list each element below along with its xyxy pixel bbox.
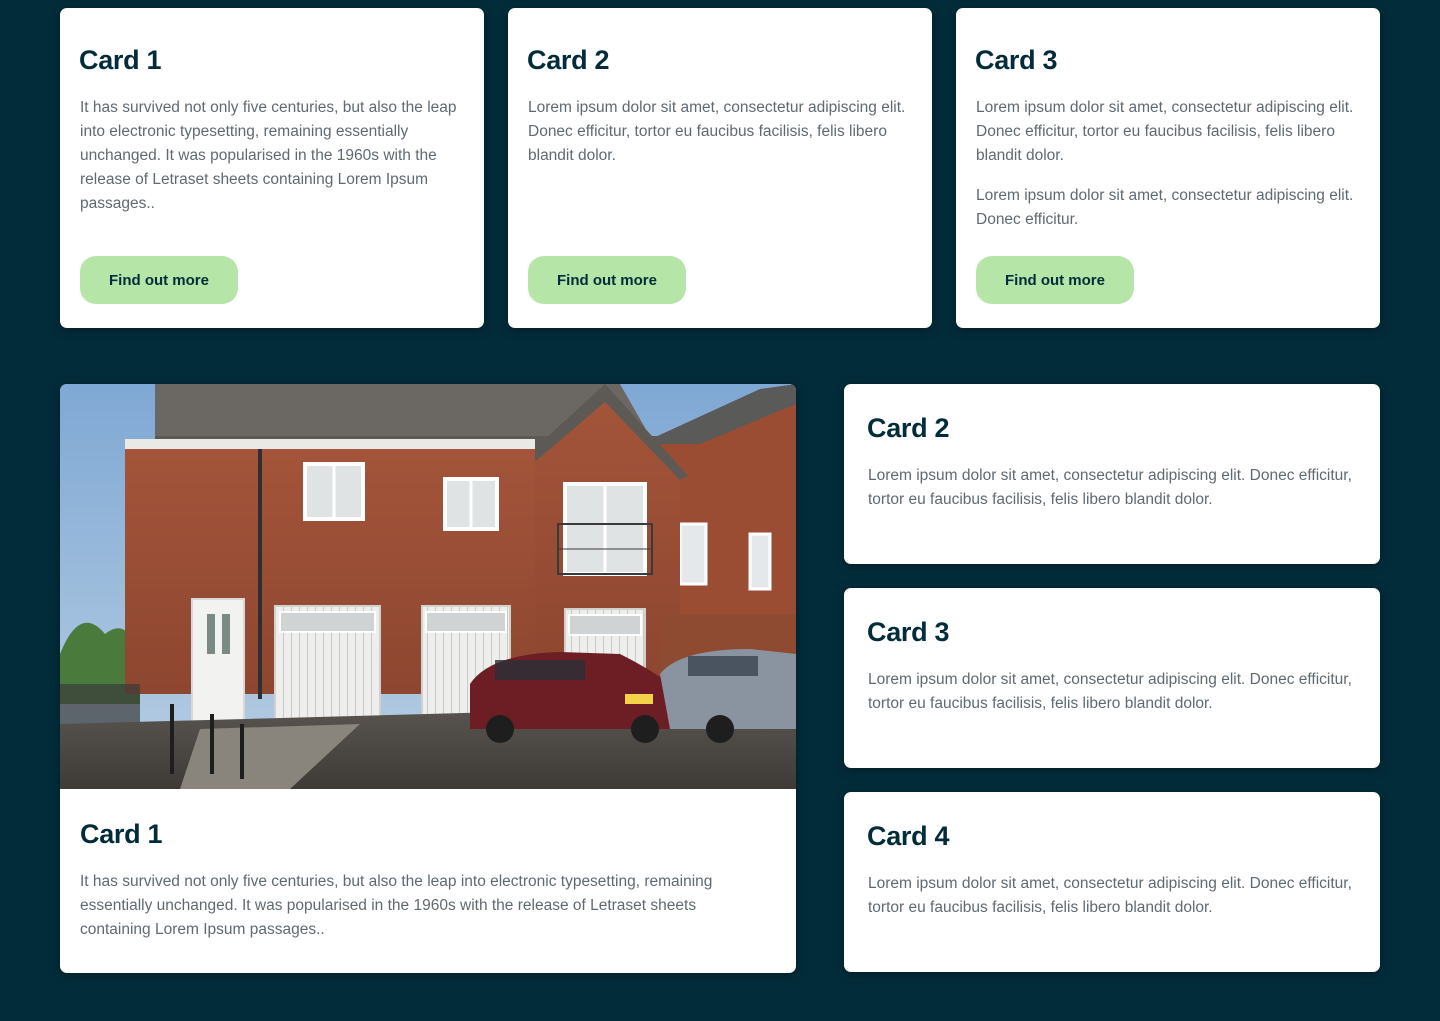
find-out-more-button[interactable]: Find out more [528, 256, 686, 304]
side-card-3: Card 3 Lorem ipsum dolor sit amet, conse… [844, 588, 1380, 768]
card-text: It has survived not only five centuries,… [80, 873, 713, 938]
card-3: Card 3 Lorem ipsum dolor sit amet, conse… [956, 8, 1380, 328]
card-text: Lorem ipsum dolor sit amet, consectetur … [528, 99, 906, 164]
card-text: Lorem ipsum dolor sit amet, consectetur … [868, 671, 1352, 712]
card-title: Card 2 [867, 413, 950, 443]
card-title: Card 2 [527, 45, 610, 75]
card-title: Card 3 [867, 617, 950, 647]
side-card-4: Card 4 Lorem ipsum dolor sit amet, conse… [844, 792, 1380, 972]
card-1: Card 1 It has survived not only five cen… [60, 8, 484, 328]
find-out-more-button[interactable]: Find out more [80, 256, 238, 304]
find-out-more-button[interactable]: Find out more [976, 256, 1134, 304]
house-photo [60, 384, 796, 789]
side-card-2: Card 2 Lorem ipsum dolor sit amet, conse… [844, 384, 1380, 564]
card-text: Lorem ipsum dolor sit amet, consectetur … [868, 467, 1352, 508]
card-text: Lorem ipsum dolor sit amet, consectetur … [868, 875, 1352, 916]
card-title: Card 1 [79, 45, 162, 75]
feature-card-body: Card 1 It has survived not only five cen… [80, 818, 750, 942]
card-title: Card 3 [975, 45, 1058, 75]
card-2: Card 2 Lorem ipsum dolor sit amet, conse… [508, 8, 932, 328]
card-text: It has survived not only five centuries,… [80, 99, 457, 212]
card-text: Lorem ipsum dolor sit amet, consectetur … [976, 99, 1354, 164]
card-text: Lorem ipsum dolor sit amet, consectetur … [976, 187, 1354, 228]
card-title: Card 1 [80, 819, 163, 849]
feature-card: Card 1 It has survived not only five cen… [60, 384, 796, 973]
card-title: Card 4 [867, 821, 950, 851]
